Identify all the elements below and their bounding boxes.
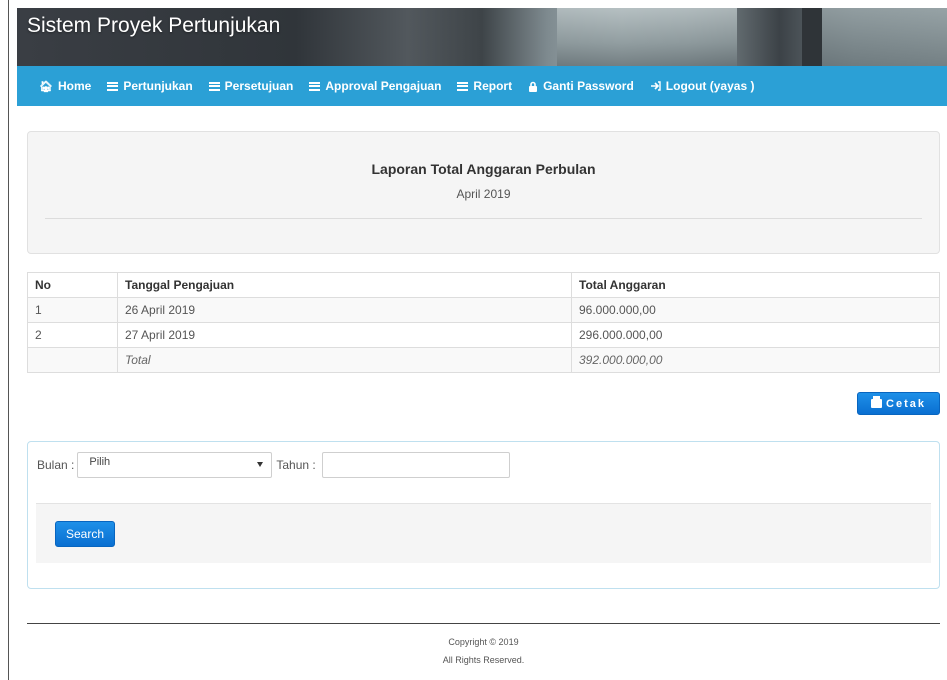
column-header-tanggal: Tanggal Pengajuan: [117, 272, 572, 298]
nav-approval-pengajuan[interactable]: Approval Pengajuan: [309, 79, 441, 93]
nav-persetujuan-label: Persetujuan: [224, 79, 294, 93]
month-select-value: Pilih: [89, 456, 111, 468]
logout-icon: [650, 81, 661, 91]
main-navbar: 🏠︎ Home Pertunjukan Persetujuan Approval…: [17, 66, 947, 106]
footer-rights: All Rights Reserved.: [442, 655, 525, 665]
nav-pertunjukan-label: Pertunjukan: [123, 79, 193, 93]
nav-home-label: Home: [57, 79, 92, 93]
report-title: Laporan Total Anggaran Perbulan: [371, 161, 596, 177]
year-input[interactable]: [321, 452, 510, 478]
print-button[interactable]: Cetak: [857, 392, 940, 415]
report-period: April 2019: [456, 187, 511, 201]
footer-copyright: Copyright © 2019: [448, 637, 519, 647]
table-row: 2 27 April 2019 296.000.000,00: [27, 322, 940, 348]
nav-persetujuan[interactable]: Persetujuan: [208, 79, 294, 93]
year-label: Tahun :: [276, 458, 316, 472]
page-border-line: [8, 0, 9, 680]
lock-icon: [528, 81, 538, 92]
report-header-panel: Laporan Total Anggaran Perbulan April 20…: [27, 131, 940, 254]
nav-ganti-password[interactable]: Ganti Password: [528, 79, 634, 93]
nav-report-label: Report: [473, 79, 513, 93]
header-banner: Sistem Proyek Pertunjukan: [17, 8, 947, 66]
cell-no: 2: [27, 322, 118, 348]
print-icon: [871, 396, 883, 408]
list-icon: [309, 81, 321, 91]
divider: [45, 218, 922, 219]
table-header-row: No Tanggal Pengajuan Total Anggaran: [27, 272, 940, 298]
total-label: Total: [117, 347, 572, 373]
search-button[interactable]: Search: [55, 521, 115, 547]
budget-table: No Tanggal Pengajuan Total Anggaran 1 26…: [27, 272, 940, 373]
nav-report[interactable]: Report: [457, 79, 512, 93]
filter-fields: Bulan : Pilih Tahun :: [37, 452, 510, 478]
nav-approval-pengajuan-label: Approval Pengajuan: [325, 79, 442, 93]
column-header-total-anggaran: Total Anggaran: [571, 272, 940, 298]
cell-total: 96.000.000,00: [571, 297, 940, 323]
cell-tanggal: 27 April 2019: [117, 322, 572, 348]
search-action-bar: Search: [36, 503, 931, 563]
cell-total: 296.000.000,00: [571, 322, 940, 348]
month-select[interactable]: Pilih: [77, 452, 273, 478]
total-value: 392.000.000,00: [571, 347, 940, 373]
nav-logout-label: Logout (yayas ): [665, 79, 755, 93]
list-icon: [208, 81, 220, 91]
table-total-row: Total 392.000.000,00: [27, 347, 940, 373]
home-icon: 🏠︎: [39, 80, 53, 93]
chevron-down-icon: [257, 462, 264, 467]
cell-no: 1: [27, 297, 118, 323]
site-title: Sistem Proyek Pertunjukan: [27, 14, 281, 37]
print-button-label: Cetak: [886, 397, 926, 410]
month-label: Bulan :: [37, 458, 75, 472]
list-icon: [107, 81, 119, 91]
column-header-no: No: [27, 272, 118, 298]
nav-pertunjukan[interactable]: Pertunjukan: [107, 79, 193, 93]
nav-logout[interactable]: Logout (yayas ): [650, 79, 755, 93]
cell-tanggal: 26 April 2019: [117, 297, 572, 323]
cell-no: [27, 347, 118, 373]
table-row: 1 26 April 2019 96.000.000,00: [27, 297, 940, 323]
nav-home[interactable]: 🏠︎ Home: [39, 79, 91, 93]
nav-ganti-password-label: Ganti Password: [543, 79, 634, 93]
footer-divider: [27, 623, 940, 624]
list-icon: [457, 81, 469, 91]
filter-panel: Bulan : Pilih Tahun : Search: [27, 441, 940, 589]
